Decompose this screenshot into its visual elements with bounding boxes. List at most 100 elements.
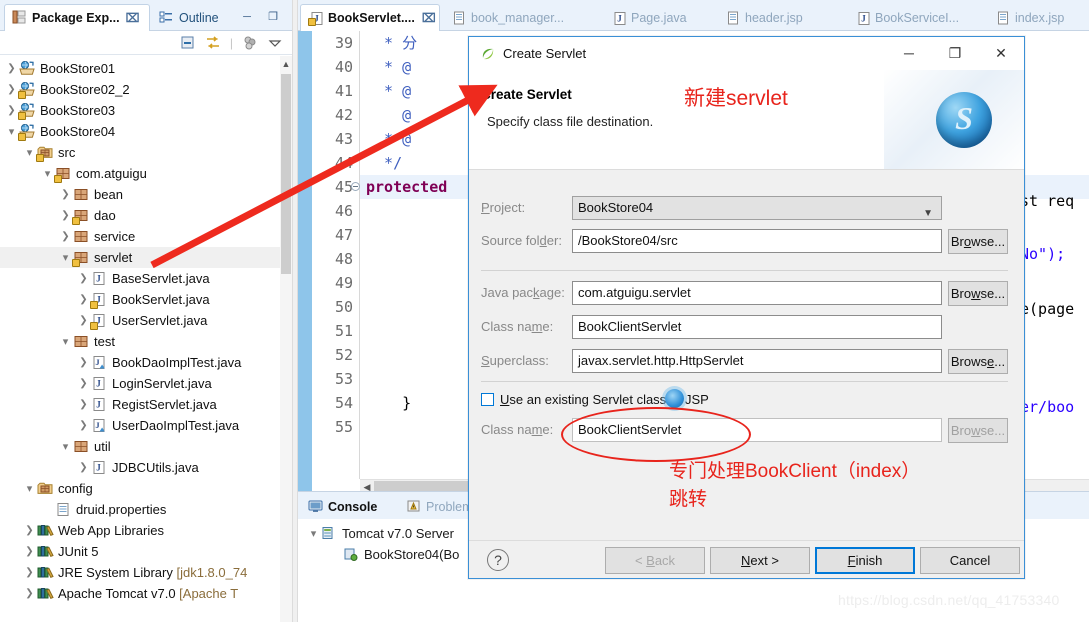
superclass-input[interactable]: javax.servlet.http.HttpServlet [572,349,942,373]
editor-tab-header-jsp[interactable]: header.jsp [718,4,838,31]
chevron-down-icon[interactable]: ▾ [58,251,73,264]
dialog-maximize-button[interactable]: ❐ [932,37,978,70]
chevron-right-icon[interactable]: ❯ [58,231,73,242]
tree-item-druid-properties[interactable]: druid.properties [0,499,280,520]
close-icon[interactable]: ⌧ [126,12,140,24]
tree-item-bookstore04[interactable]: ▾ BookStore04 [0,121,280,142]
dialog-header-title: Create Servlet [481,87,572,102]
tree-scrollbar[interactable]: ▲ [280,56,292,622]
library-icon [37,586,55,602]
tab-package-explorer[interactable]: Package Exp... ⌧ [4,4,150,31]
warning-badge-icon [18,111,26,120]
chevron-right-icon[interactable]: ❯ [76,315,91,326]
tree-item-registservlet-java[interactable]: ❯ J RegistServlet.java [0,394,280,415]
chevron-down-icon[interactable]: ▼ [923,203,933,225]
editor-tab-bookservlet-[interactable]: J BookServlet.... ⌧ [300,4,440,31]
close-icon[interactable]: ⌧ [422,12,436,24]
tree-item-com-atguigu[interactable]: ▾ com.atguigu [0,163,280,184]
chevron-right-icon[interactable]: ❯ [22,546,37,557]
dialog-close-button[interactable]: ✕ [978,37,1024,70]
chevron-right-icon[interactable]: ❯ [76,462,91,473]
tree-item-userservlet-java[interactable]: ❯ J UserServlet.java [0,310,280,331]
chevron-right-icon[interactable]: ❯ [76,273,91,284]
console-row-label: Tomcat v7.0 Server [342,526,454,541]
view-menu-icon[interactable] [267,35,283,51]
chevron-right-icon[interactable]: ❯ [58,210,73,221]
chevron-right-icon[interactable]: ❯ [4,105,19,116]
tree-item-config[interactable]: ▾ config [0,478,280,499]
chevron-down-icon[interactable]: ▾ [22,146,37,159]
fold-collapse-icon[interactable] [351,182,360,191]
tree-item-bookstore02-2[interactable]: ❯ BookStore02_2 [0,79,280,100]
collapse-all-icon[interactable] [180,35,196,51]
chevron-right-icon[interactable]: ❯ [76,357,91,368]
chevron-right-icon[interactable]: ❯ [22,567,37,578]
chevron-down-icon[interactable]: ▾ [58,440,73,453]
dialog-minimize-button[interactable]: ─ [886,37,932,70]
create-servlet-dialog[interactable]: Create Servlet ─ ❐ ✕ Create Servlet Spec… [468,36,1025,579]
tree-item-loginservlet-java[interactable]: ❯ J LoginServlet.java [0,373,280,394]
chevron-right-icon[interactable]: ❯ [58,189,73,200]
chevron-down-icon[interactable]: ▾ [306,527,321,540]
tree-item-servlet[interactable]: ▾ servlet [0,247,280,268]
superclass-browse-button[interactable]: Browse... [948,349,1008,374]
chevron-right-icon[interactable]: ❯ [76,294,91,305]
project-combo[interactable]: BookStore04 ▼ [572,196,942,220]
java-package-input[interactable]: com.atguigu.servlet [572,281,942,305]
tree-item-jre-system-library-jdk1-8-0-74[interactable]: ❯ JRE System Library [jdk1.8.0_74 [0,562,280,583]
editor-tab-page-java[interactable]: J Page.java [604,4,709,31]
tree-item-junit-5[interactable]: ❯ JUnit 5 [0,541,280,562]
tab-outline[interactable]: Outline [152,4,252,31]
cancel-button[interactable]: Cancel [920,547,1020,574]
tree-item-userdaoimpltest-java[interactable]: ❯ J UserDaoImplTest.java [0,415,280,436]
chevron-down-icon[interactable]: ▾ [4,125,19,138]
tree-item-bookdaoimpltest-java[interactable]: ❯ J BookDaoImplTest.java [0,352,280,373]
chevron-down-icon[interactable]: ▾ [58,335,73,348]
maximize-icon[interactable]: ❐ [266,10,280,24]
view-menu-filter-icon[interactable] [242,35,258,51]
chevron-down-icon[interactable]: ▾ [22,482,37,495]
tree-item-label: Web App Libraries [58,523,164,538]
scrollbar-thumb[interactable] [281,74,291,274]
tree-item-jdbcutils-java[interactable]: ❯ J JDBCUtils.java [0,457,280,478]
console-tab-console[interactable]: Console [302,496,383,518]
link-with-editor-icon[interactable] [205,35,221,51]
editor-tab-bookservicei-[interactable]: J BookServiceI... [848,4,983,31]
tree-item-apache-tomcat-v7-0-apache-t[interactable]: ❯ Apache Tomcat v7.0 [Apache T [0,583,280,604]
project-tree[interactable]: ❯ BookStore01 ❯ BookStore02_2 ❯ BookStore03 ▾ B… [0,56,280,622]
tree-item-service[interactable]: ❯ service [0,226,280,247]
tree-item-test[interactable]: ▾ test [0,331,280,352]
editor-tab-book-manager-[interactable]: book_manager... [444,4,599,31]
scroll-up-icon[interactable]: ▲ [280,56,292,72]
tree-item-util[interactable]: ▾ util [0,436,280,457]
java-package-browse-button[interactable]: Browse... [948,281,1008,306]
tree-item-baseservlet-java[interactable]: ❯ J BaseServlet.java [0,268,280,289]
tree-item-dao[interactable]: ❯ dao [0,205,280,226]
dialog-titlebar[interactable]: Create Servlet ─ ❐ ✕ [469,37,1024,70]
tree-item-bookstore03[interactable]: ❯ BookStore03 [0,100,280,121]
use-existing-servlet-checkbox[interactable] [481,392,494,406]
chevron-right-icon[interactable]: ❯ [76,420,91,431]
chevron-right-icon[interactable]: ❯ [22,588,37,599]
source-folder-input[interactable]: /BookStore04/src [572,229,942,253]
chevron-right-icon[interactable]: ❯ [22,525,37,536]
tree-item-web-app-libraries[interactable]: ❯ Web App Libraries [0,520,280,541]
minimize-icon[interactable]: ─ [240,10,254,24]
source-folder-browse-button[interactable]: Browse... [948,229,1008,254]
tree-item-bookservlet-java[interactable]: ❯ J BookServlet.java [0,289,280,310]
help-button[interactable]: ? [487,549,509,571]
chevron-right-icon[interactable]: ❯ [4,84,19,95]
chevron-right-icon[interactable]: ❯ [76,378,91,389]
chevron-right-icon[interactable]: ❯ [4,63,19,74]
finish-button[interactable]: Finish [815,547,915,574]
next-button[interactable]: Next > [710,547,810,574]
chevron-down-icon[interactable]: ▾ [40,167,55,180]
class-name-input[interactable]: BookClientServlet [572,315,942,339]
editor-tab-index-jsp[interactable]: index.jsp [988,4,1083,31]
tree-item-bean[interactable]: ❯ bean [0,184,280,205]
existing-class-name-input[interactable]: BookClientServlet [572,418,942,442]
chevron-right-icon[interactable]: ❯ [76,399,91,410]
use-existing-servlet-checkbox-row[interactable]: Use an existing Servlet class or JSP [481,389,709,409]
tree-item-src[interactable]: ▾ src [0,142,280,163]
tree-item-bookstore01[interactable]: ❯ BookStore01 [0,58,280,79]
